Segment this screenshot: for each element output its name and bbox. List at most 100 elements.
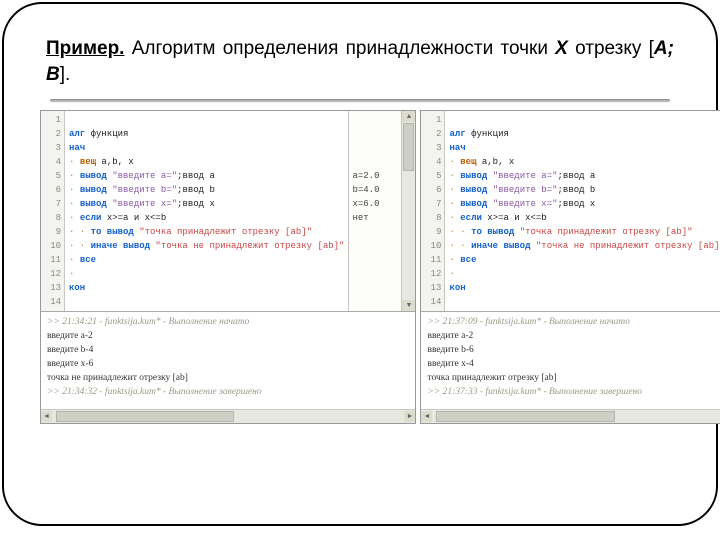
console-line: введите x-6 [47, 359, 93, 369]
code-kw: вывод [460, 185, 487, 195]
code-text: ;ввод x [177, 199, 215, 209]
heading: Пример. Алгоритм определения принадлежно… [46, 36, 674, 87]
code-text: ;ввод b [177, 185, 215, 195]
scroll-up-icon[interactable]: ▲ [402, 111, 415, 122]
code-typ: вещ [80, 157, 96, 167]
console-line: введите a-2 [47, 331, 93, 341]
scroll-thumb[interactable] [403, 123, 414, 171]
code-kw: то вывод [471, 227, 514, 237]
console-line: введите a-2 [427, 331, 473, 341]
left-vertical-scrollbar[interactable]: ▲ ▼ [401, 111, 415, 311]
code-dot: · [69, 213, 80, 223]
code-dot: · [69, 199, 80, 209]
code-kw: все [460, 255, 476, 265]
code-dot: · [69, 171, 80, 181]
code-str: "точка принадлежит отрезку [ab]" [134, 227, 312, 237]
heading-label: Пример. [46, 38, 124, 59]
code-dot: · [449, 199, 460, 209]
console-line: введите x-4 [427, 359, 473, 369]
code-dot: · · [449, 241, 471, 251]
code-str: "введите a=" [487, 171, 557, 181]
code-dot: · [69, 269, 80, 279]
scroll-thumb[interactable] [56, 411, 234, 422]
scroll-left-icon[interactable]: ◄ [41, 411, 52, 422]
right-pane: 1234567891011121314 алг функция нач · ве… [420, 110, 720, 424]
code-text: ;ввод b [558, 185, 596, 195]
heading-var: X [555, 38, 568, 59]
code-str: "введите x=" [107, 199, 177, 209]
code-dot: · [69, 157, 80, 167]
left-gutter: 1234567891011121314 [41, 111, 65, 311]
heading-t1: Алгоритм определения принадлежности точк… [124, 38, 555, 59]
scroll-down-icon[interactable]: ▼ [402, 300, 415, 311]
code-str: "введите a=" [107, 171, 177, 181]
code-kw: нач [449, 143, 465, 153]
right-console: >> 21:37:09 - funktsija.kum* - Выполнени… [421, 312, 720, 409]
console-line: введите b-4 [47, 345, 93, 355]
console-meta: >> 21:37:09 - funktsija.kum* - Выполнени… [427, 317, 629, 327]
code-kw: то вывод [91, 227, 134, 237]
code-str: "введите x=" [487, 199, 557, 209]
code-kw: вывод [460, 171, 487, 181]
left-horizontal-scrollbar[interactable]: ◄ ► [41, 409, 415, 423]
code-text: x>=a и x<=b [482, 213, 547, 223]
code-kw: иначе вывод [91, 241, 150, 251]
code-kw: иначе вывод [471, 241, 530, 251]
divider [50, 99, 670, 102]
console-line: введите b-6 [427, 345, 473, 355]
code-dot: · [449, 213, 460, 223]
code-str: "точка не принадлежит отрезку [ab]" [531, 241, 720, 251]
console-line: точка не принадлежит отрезку [ab] [47, 373, 188, 383]
code-typ: вещ [460, 157, 476, 167]
scroll-right-icon[interactable]: ► [404, 411, 415, 422]
side-val: a=2.0 [352, 171, 379, 181]
code-dot: · · [449, 227, 471, 237]
code-text: ;ввод a [558, 171, 596, 181]
code-dot: · [69, 185, 80, 195]
scroll-thumb[interactable] [436, 411, 614, 422]
code-kw: если [460, 213, 482, 223]
code-dot: · [449, 269, 460, 279]
code-dot: · · [69, 227, 91, 237]
slide: Пример. Алгоритм определения принадлежно… [0, 0, 720, 540]
code-str: "точка не принадлежит отрезку [ab]" [150, 241, 344, 251]
heading-t2: отрезку [ [568, 38, 654, 59]
left-code: алг функция нач · вещ a,b, x · вывод "вв… [65, 111, 348, 311]
code-kw: вывод [460, 199, 487, 209]
code-kw: кон [69, 283, 85, 293]
right-horizontal-scrollbar[interactable]: ◄ ► [421, 409, 720, 423]
console-line: точка принадлежит отрезку [ab] [427, 373, 556, 383]
code-kw: алг [69, 129, 85, 139]
side-val: нет [352, 213, 368, 223]
code-text: ;ввод x [558, 199, 596, 209]
left-pane: 1234567891011121314 алг функция нач · ве… [40, 110, 416, 424]
code-str: "введите b=" [487, 185, 557, 195]
console-meta: >> 21:37:33 - funktsija.kum* - Выполнени… [427, 387, 642, 397]
code-dot: · · [69, 241, 91, 251]
code-text: функция [85, 129, 128, 139]
right-gutter: 1234567891011121314 [421, 111, 445, 311]
code-dot: · [449, 171, 460, 181]
code-text: функция [466, 129, 509, 139]
code-kw: вывод [80, 199, 107, 209]
code-str: "точка принадлежит отрезку [ab]" [514, 227, 692, 237]
right-code: алг функция нач · вещ a,b, x · вывод "вв… [445, 111, 720, 311]
code-text: a,b, x [96, 157, 134, 167]
console-meta: >> 21:34:21 - funktsija.kum* - Выполнени… [47, 317, 249, 327]
scroll-left-icon[interactable]: ◄ [421, 411, 432, 422]
code-text: ;ввод a [177, 171, 215, 181]
right-editor: 1234567891011121314 алг функция нач · ве… [421, 111, 720, 312]
code-dot: · [449, 185, 460, 195]
code-text: x>=a и x<=b [101, 213, 166, 223]
code-dot: · [69, 255, 80, 265]
heading-t3: ]. [60, 64, 71, 85]
side-val: x=6.0 [352, 199, 379, 209]
left-values: a=2.0 b=4.0 x=6.0 нет [348, 111, 401, 311]
panels: 1234567891011121314 алг функция нач · ве… [40, 110, 680, 424]
code-kw: алг [449, 129, 465, 139]
code-kw: все [80, 255, 96, 265]
code-kw: если [80, 213, 102, 223]
code-dot: · [449, 255, 460, 265]
side-val: b=4.0 [352, 185, 379, 195]
code-kw: вывод [80, 185, 107, 195]
